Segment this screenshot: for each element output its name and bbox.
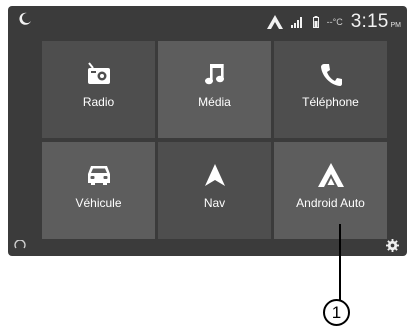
tile-media-label: Média [198, 95, 231, 109]
app-grid: Radio Média Téléphone Véhicule Nav Andro… [42, 41, 387, 239]
tile-nav[interactable]: Nav [158, 142, 271, 239]
phone-icon [320, 64, 342, 86]
head-unit-screen: --°C 3:15 PM Radio Média Téléphone Véhic… [8, 6, 407, 256]
gear-icon[interactable] [386, 239, 399, 252]
tile-radio-label: Radio [82, 95, 115, 109]
tile-phone[interactable]: Téléphone [274, 41, 387, 138]
callout-marker: 1 [323, 299, 350, 326]
tile-android-auto-label: Android Auto [296, 196, 365, 210]
car-icon [87, 166, 110, 185]
clock-time: 3:15 [350, 11, 389, 32]
signal-icon [290, 17, 302, 28]
temperature-readout: --°C [326, 17, 343, 27]
status-bar: --°C 3:15 PM [8, 6, 407, 38]
music-note-icon [204, 64, 224, 85]
clock-ampm: PM [390, 21, 402, 29]
radio-icon [87, 62, 110, 84]
navigation-arrow-icon [204, 164, 225, 186]
voice-assistant-icon[interactable] [14, 240, 26, 252]
tile-vehicle-label: Véhicule [75, 196, 122, 210]
tile-phone-label: Téléphone [302, 95, 359, 109]
tile-nav-label: Nav [203, 196, 226, 210]
tile-android-auto[interactable]: Android Auto [274, 142, 387, 239]
callout-leader-line [339, 224, 341, 301]
tile-vehicle[interactable]: Véhicule [42, 142, 155, 239]
battery-icon [312, 16, 319, 28]
moon-icon [19, 12, 31, 25]
tile-media[interactable]: Média [158, 41, 271, 138]
tile-radio[interactable]: Radio [42, 41, 155, 138]
android-auto-status-icon [266, 15, 283, 29]
status-indicators: --°C 3:15 PM [266, 9, 402, 35]
android-auto-icon [317, 163, 344, 187]
